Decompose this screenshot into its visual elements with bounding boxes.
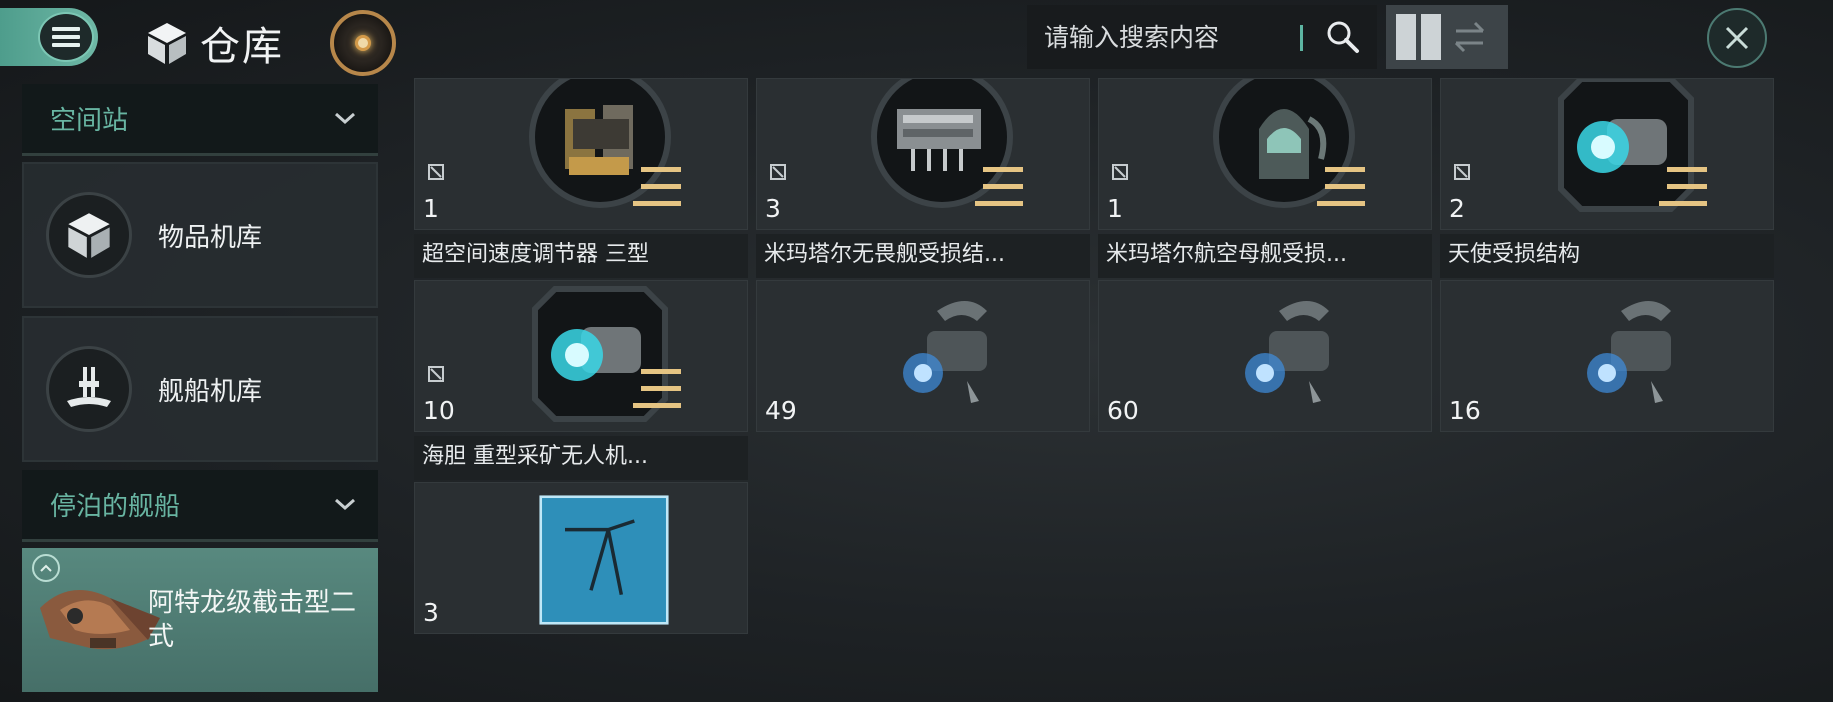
item-name: 海胆 重型采矿无人机... [414,436,748,480]
item-cell[interactable]: 1 [414,78,748,230]
item-name: 超空间速度调节器 三型 [414,234,748,278]
item-count: 16 [1449,396,1481,425]
item-cell[interactable]: 60 [1098,280,1432,432]
blueprint-component-icon [903,301,987,403]
drone-blueprint-icon [539,495,669,625]
item-hangar-icon [46,192,132,278]
search-box [1027,5,1377,69]
item-count: 2 [1449,194,1465,223]
location-ring-icon[interactable] [330,10,396,76]
swap-view-icon[interactable] [1453,17,1487,57]
item-count: 10 [423,396,455,425]
item-cell[interactable]: 2 [1440,78,1774,230]
blueprint-component-icon [1245,301,1329,403]
station-section-label: 空间站 [50,106,129,136]
grade-icon [975,167,1023,213]
chevron-down-icon [335,498,355,511]
item-count: 3 [423,598,439,627]
grade-icon [633,369,681,415]
close-icon [1725,26,1749,50]
item-count: 1 [423,194,439,223]
item-count: 1 [1107,194,1123,223]
grid-view-icon[interactable] [1396,14,1441,60]
grade-icon [633,167,681,213]
item-name: 天使受损结构 [1440,234,1774,278]
item-cell[interactable]: 49 [756,280,1090,432]
item-cell[interactable]: 1 [1098,78,1432,230]
menu-button[interactable] [0,8,98,66]
item-cell[interactable]: 3 [756,78,1090,230]
search-divider [1300,25,1303,51]
bound-icon [770,164,786,180]
item-cell[interactable]: 3 [414,482,748,634]
docked-ship-item[interactable]: 阿特龙级截击型二式 [22,548,378,692]
item-cell[interactable]: 16 [1440,280,1774,432]
bound-icon [428,164,444,180]
sidebar-item-ship-hangar[interactable]: 舰船机库 [22,316,378,462]
grade-icon [1317,167,1365,213]
grade-icon [1659,167,1707,213]
menu-icon [38,12,94,62]
sidebar-item-label: 舰船机库 [158,376,263,407]
search-icon[interactable] [1325,19,1361,55]
docked-ships-section-label: 停泊的舰船 [50,492,181,522]
page-header: 仓库 [144,14,284,72]
chevron-down-icon [335,112,355,125]
bound-icon [1454,164,1470,180]
ship-hangar-icon [46,346,132,432]
item-cell[interactable]: 10 [414,280,748,432]
item-count: 3 [765,194,781,223]
top-bar: 仓库 [0,0,1833,78]
station-section-header[interactable]: 空间站 [22,84,378,156]
warehouse-cube-icon [148,23,186,64]
docked-ship-name: 阿特龙级截击型二式 [148,588,357,652]
item-name: 米玛塔尔无畏舰受损结... [756,234,1090,278]
item-grid: 1 超空间速度调节器 三型 3 米玛塔尔无畏舰受损结... 1 米玛塔尔航空母舰… [400,78,1792,698]
sidebar-item-label: 物品机库 [158,222,263,253]
bound-icon [428,366,444,382]
search-input[interactable] [1044,17,1284,57]
view-toggle[interactable] [1386,5,1508,69]
item-name: 米玛塔尔航空母舰受损... [1098,234,1432,278]
sidebar-item-item-hangar[interactable]: 物品机库 [22,162,378,308]
page-title: 仓库 [200,24,284,70]
item-count: 60 [1107,396,1139,425]
close-button[interactable] [1707,8,1767,68]
blueprint-component-icon [1587,301,1671,403]
item-count: 49 [765,396,797,425]
bound-icon [1112,164,1128,180]
docked-ships-section-header[interactable]: 停泊的舰船 [22,470,378,542]
